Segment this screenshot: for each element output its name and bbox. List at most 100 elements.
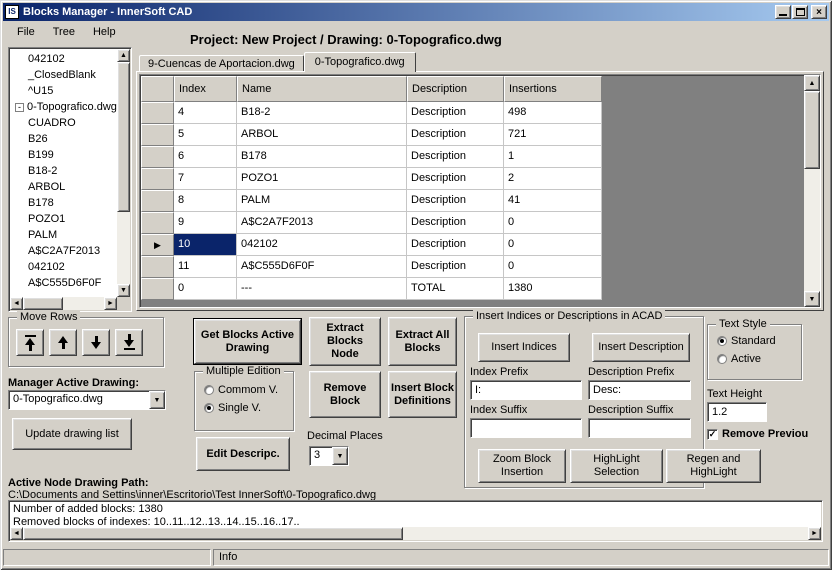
row-selector[interactable] — [141, 168, 174, 190]
menu-item-file[interactable]: File — [8, 24, 44, 42]
tree-item-b18-2[interactable]: B18-2 — [10, 163, 117, 179]
minimize-button[interactable] — [775, 5, 791, 19]
row-selector[interactable] — [141, 190, 174, 212]
tree-item-042102[interactable]: 042102 — [10, 259, 117, 275]
row-selector[interactable] — [141, 102, 174, 124]
tree-item-a-c2a7f2013[interactable]: A$C2A7F2013 — [10, 243, 117, 259]
description-suffix-input[interactable] — [588, 418, 691, 438]
cell-name[interactable]: B18-2 — [237, 102, 407, 124]
tree-view[interactable]: 042102 _ClosedBlank ^U15-0-Topografico.dwg… — [8, 47, 132, 312]
regen-and-highlight-button[interactable]: Regen and HighLight — [666, 449, 761, 483]
grid-vertical-scrollbar[interactable]: ▲ ▼ — [804, 75, 820, 307]
scroll-left-icon[interactable]: ◄ — [10, 297, 23, 310]
cell-insertions[interactable]: 2 — [504, 168, 602, 190]
row-selector[interactable] — [141, 146, 174, 168]
tree-item-closedblank[interactable]: _ClosedBlank — [10, 67, 117, 83]
tree-item-b26[interactable]: B26 — [10, 131, 117, 147]
move-row-top-button[interactable] — [16, 329, 44, 356]
cell-description[interactable]: TOTAL — [407, 278, 504, 300]
tree-item-cuadro[interactable]: CUADRO — [10, 115, 117, 131]
tab-9-cuencas-de-aportacion-dwg[interactable]: 9-Cuencas de Aportacion.dwg — [139, 55, 304, 72]
row-selector[interactable]: ▶ — [141, 234, 174, 256]
insert-indices-button[interactable]: Insert Indices — [478, 333, 570, 362]
cell-index[interactable]: 0 — [174, 278, 237, 300]
tree-item-u15[interactable]: ^U15 — [10, 83, 117, 99]
scrollbar-thumb[interactable] — [23, 297, 63, 310]
cell-description[interactable]: Description — [407, 256, 504, 278]
scroll-down-icon[interactable]: ▼ — [117, 284, 130, 297]
cell-index[interactable]: 9 — [174, 212, 237, 234]
insert-description-button[interactable]: Insert Description — [592, 333, 690, 362]
index-suffix-input[interactable] — [470, 418, 582, 438]
tree-item-b199[interactable]: B199 — [10, 147, 117, 163]
cell-index[interactable]: 5 — [174, 124, 237, 146]
cell-index[interactable]: 7 — [174, 168, 237, 190]
insert-block-definitions-button[interactable]: Insert Block Definitions — [388, 371, 457, 418]
text-height-input[interactable] — [707, 402, 767, 422]
column-header-insertions[interactable]: Insertions — [504, 76, 602, 102]
tree-item-palm[interactable]: PALM — [10, 227, 117, 243]
radio-single-v[interactable]: Single V. — [204, 402, 278, 414]
decimal-places-select[interactable]: 3 ▼ — [309, 446, 349, 466]
highlight-selection-button[interactable]: HighLight Selection — [570, 449, 663, 483]
scrollbar-thumb[interactable] — [117, 62, 130, 212]
column-header-description[interactable]: Description — [407, 76, 504, 102]
cell-index[interactable]: 4 — [174, 102, 237, 124]
row-selector[interactable] — [141, 124, 174, 146]
cell-description[interactable]: Description — [407, 124, 504, 146]
cell-insertions[interactable]: 1 — [504, 146, 602, 168]
maximize-button[interactable] — [792, 5, 808, 19]
row-selector[interactable] — [141, 278, 174, 300]
tree-item-pozo1[interactable]: POZO1 — [10, 211, 117, 227]
row-selector[interactable] — [141, 256, 174, 278]
tree-vertical-scrollbar[interactable]: ▲ ▼ — [117, 49, 130, 297]
cell-index[interactable]: 8 — [174, 190, 237, 212]
cell-name[interactable]: A$C555D6F0F — [237, 256, 407, 278]
tree-item-a-c555d6f0f[interactable]: A$C555D6F0F — [10, 275, 117, 291]
menu-item-tree[interactable]: Tree — [44, 24, 84, 42]
collapse-icon[interactable]: - — [15, 102, 24, 112]
tree-item-0-topografico-dwg[interactable]: -0-Topografico.dwg — [10, 99, 117, 115]
tree-item-042102[interactable]: 042102 — [10, 51, 117, 67]
cell-description[interactable]: Description — [407, 212, 504, 234]
cell-name[interactable]: POZO1 — [237, 168, 407, 190]
close-button[interactable]: × — [811, 5, 827, 19]
move-row-up-button[interactable] — [49, 329, 77, 356]
cell-description[interactable]: Description — [407, 190, 504, 212]
cell-insertions[interactable]: 41 — [504, 190, 602, 212]
title-bar[interactable]: IS Blocks Manager - InnerSoft CAD × — [3, 3, 829, 21]
row-selector[interactable] — [141, 212, 174, 234]
index-prefix-input[interactable] — [470, 380, 582, 400]
move-row-down-button[interactable] — [82, 329, 110, 356]
column-header-index[interactable]: Index — [174, 76, 237, 102]
get-blocks-active-drawing-button[interactable]: Get Blocks Active Drawing — [193, 318, 302, 365]
radio-standard[interactable]: Standard — [717, 335, 776, 347]
edit-description-button[interactable]: Edit Descripc. — [196, 437, 290, 471]
cell-insertions[interactable]: 721 — [504, 124, 602, 146]
cell-name[interactable]: 042102 — [237, 234, 407, 256]
cell-description[interactable]: Description — [407, 234, 504, 256]
remove-previous-checkbox[interactable]: ✓ Remove Previou — [707, 428, 808, 440]
blocks-grid[interactable]: Index Name Description Insertions 4 B18-2 Des… — [139, 74, 821, 308]
scrollbar-thumb[interactable] — [23, 527, 403, 540]
cell-name[interactable]: ARBOL — [237, 124, 407, 146]
cell-insertions[interactable]: 0 — [504, 234, 602, 256]
radio-active[interactable]: Active — [717, 353, 776, 365]
log-area[interactable]: Number of added blocks: 1380 Removed bloc… — [8, 500, 823, 542]
extract-blocks-node-button[interactable]: Extract Blocks Node — [309, 317, 381, 366]
cell-index[interactable]: 6 — [174, 146, 237, 168]
description-prefix-input[interactable] — [588, 380, 691, 400]
cell-name[interactable]: --- — [237, 278, 407, 300]
chevron-down-icon[interactable]: ▼ — [149, 391, 165, 409]
column-header-name[interactable]: Name — [237, 76, 407, 102]
update-drawing-list-button[interactable]: Update drawing list — [12, 418, 132, 450]
cell-name[interactable]: PALM — [237, 190, 407, 212]
cell-index[interactable]: 10 — [174, 234, 237, 256]
scroll-up-icon[interactable]: ▲ — [117, 49, 130, 62]
cell-name[interactable]: A$C2A7F2013 — [237, 212, 407, 234]
cell-insertions[interactable]: 498 — [504, 102, 602, 124]
move-row-bottom-button[interactable] — [115, 329, 143, 356]
cell-description[interactable]: Description — [407, 146, 504, 168]
scroll-left-icon[interactable]: ◄ — [10, 527, 23, 540]
menu-item-help[interactable]: Help — [84, 24, 125, 42]
